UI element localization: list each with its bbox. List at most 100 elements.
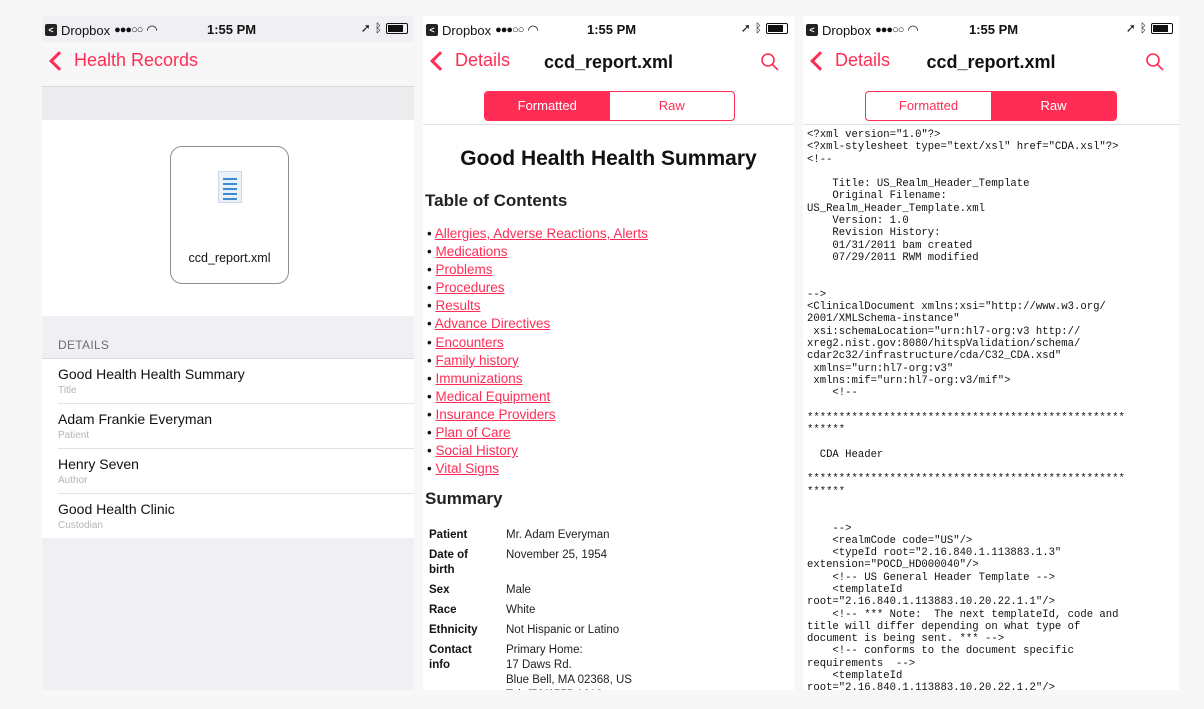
toc-link[interactable]: Family history [435,353,518,368]
toc-link[interactable]: Social History [435,443,518,458]
back-button[interactable]: Health Records [48,50,198,71]
nav-title: ccd_report.xml [926,52,1056,72]
details-section-header: DETAILS [58,338,110,352]
document-icon [218,171,242,203]
chevron-left-icon [49,50,69,71]
battery-icon [386,22,408,34]
toc-link[interactable]: Procedures [435,280,504,295]
toc-item: • Immunizations [427,370,523,386]
raw-view-screen: < Dropbox ●●●○○ ◠ 1:55 PM ➚ ᛒ Details ccd_re… [803,16,1179,690]
detail-value: Adam Frankie Everyman [58,411,213,427]
summary-value: Male [506,584,531,596]
nav-bar: Health Records [42,42,414,87]
status-time: 1:55 PM [969,22,1019,37]
toc-heading: Table of Contents [425,191,568,210]
search-icon[interactable] [1145,52,1165,72]
nav-bar: Details ccd_report.xml [803,42,1179,86]
summary-key: Contact info [429,644,472,671]
details-screen: < Dropbox ●●●○○ ◠ 1:55 PM ➚ ᛒ Health Records… [42,16,414,690]
toc-item: • Vital Signs [427,461,500,477]
location-icon: ➚ [1125,21,1136,35]
toc-link[interactable]: Medical Equipment [435,389,550,404]
detail-label: Author [58,475,88,486]
summary-row: Ethnicity Not Hispanic or Latino [429,623,632,638]
status-time: 1:55 PM [207,22,257,37]
detail-value: Henry Seven [58,456,139,472]
status-app-name[interactable]: Dropbox [442,23,491,38]
toc-item: • Medications [427,244,508,260]
summary-row: Date of birth November 25, 1954 [429,548,632,578]
toc-link[interactable]: Medications [435,244,507,259]
status-app-name[interactable]: Dropbox [61,23,110,38]
toc-link[interactable]: Immunizations [435,371,522,386]
status-bar: < Dropbox ●●●○○ ◠ 1:55 PM ➚ ᛒ [803,16,1179,42]
segment-raw[interactable]: Raw [610,92,735,120]
location-icon: ➚ [740,21,751,35]
detail-label: Patient [58,430,90,441]
toc-item: • Advance Directives [427,316,551,332]
battery-icon [1151,22,1173,34]
back-to-app-icon[interactable]: < [426,24,438,36]
toc-link[interactable]: Allergies, Adverse Reactions, Alerts [435,226,648,241]
bluetooth-icon: ᛒ [374,21,382,35]
back-to-app-icon[interactable]: < [806,24,818,36]
summary-value: Not Hispanic or Latino [506,624,620,636]
raw-document: <?xml version="1.0"?> <?xml-stylesheet t… [803,124,1179,690]
header-band [42,87,414,120]
segment-raw[interactable]: Raw [991,92,1116,120]
detail-row-custodian: Good Health Clinic Custodian [58,494,414,538]
summary-key: Date of birth [429,549,468,576]
formatted-view-screen: < Dropbox ●●●○○ ◠ 1:55 PM ➚ ᛒ Details ccd_re… [423,16,794,690]
wifi-icon: ◠ [907,22,919,37]
detail-row-title: Good Health Health Summary Title [58,359,414,404]
detail-label: Custodian [58,520,104,531]
summary-row: Patient Mr. Adam Everyman [429,528,632,543]
view-mode-segmented-control: Formatted Raw [865,91,1117,121]
summary-key: Ethnicity [429,624,478,636]
toc-list: • Allergies, Adverse Reactions, Alerts •… [427,225,648,478]
bluetooth-icon: ᛒ [754,21,762,35]
toc-item: • Family history [427,352,519,368]
toc-link[interactable]: Vital Signs [435,461,499,476]
status-time: 1:55 PM [587,22,637,37]
formatted-document: Good Health Health Summary Table of Cont… [423,124,794,690]
view-mode-segmented-control: Formatted Raw [484,91,735,121]
file-card[interactable]: ccd_report.xml [170,146,289,284]
toc-item: • Problems [427,262,493,278]
toc-item: • Encounters [427,334,504,350]
signal-icon: ●●●○○ [495,24,524,36]
toc-item: • Social History [427,443,519,459]
summary-heading: Summary [425,489,503,508]
detail-value: Good Health Clinic [58,501,175,517]
summary-row: Sex Male [429,583,632,598]
summary-row: Contact info Primary Home: 17 Daws Rd. Bl… [429,643,632,690]
wifi-icon: ◠ [146,22,158,37]
toc-link[interactable]: Plan of Care [435,425,510,440]
search-icon[interactable] [760,52,780,72]
back-to-app-icon[interactable]: < [45,24,57,36]
toc-link[interactable]: Insurance Providers [435,407,555,422]
detail-row-patient: Adam Frankie Everyman Patient [58,404,414,449]
bluetooth-icon: ᛒ [1139,21,1147,35]
wifi-icon: ◠ [527,22,539,37]
segment-formatted[interactable]: Formatted [485,92,610,120]
signal-icon: ●●●○○ [114,24,143,36]
toc-link[interactable]: Encounters [435,335,503,350]
status-app-name[interactable]: Dropbox [822,23,871,38]
summary-key: Sex [429,584,450,596]
summary-value: Mr. Adam Everyman [506,529,610,541]
toc-item: • Results [427,298,481,314]
toc-item: • Plan of Care [427,425,511,441]
document-title: Good Health Health Summary [460,147,757,170]
toc-item: • Procedures [427,280,505,296]
toc-link[interactable]: Results [435,298,480,313]
toc-link[interactable]: Advance Directives [435,316,551,331]
segment-formatted[interactable]: Formatted [866,92,991,120]
location-icon: ➚ [360,21,371,35]
nav-title: ccd_report.xml [543,52,674,72]
toc-link[interactable]: Problems [435,262,492,277]
battery-icon [766,22,788,34]
summary-table: Patient Mr. Adam Everyman Date of birth No… [429,528,632,690]
summary-row: Race White [429,603,632,618]
signal-icon: ●●●○○ [875,24,904,36]
